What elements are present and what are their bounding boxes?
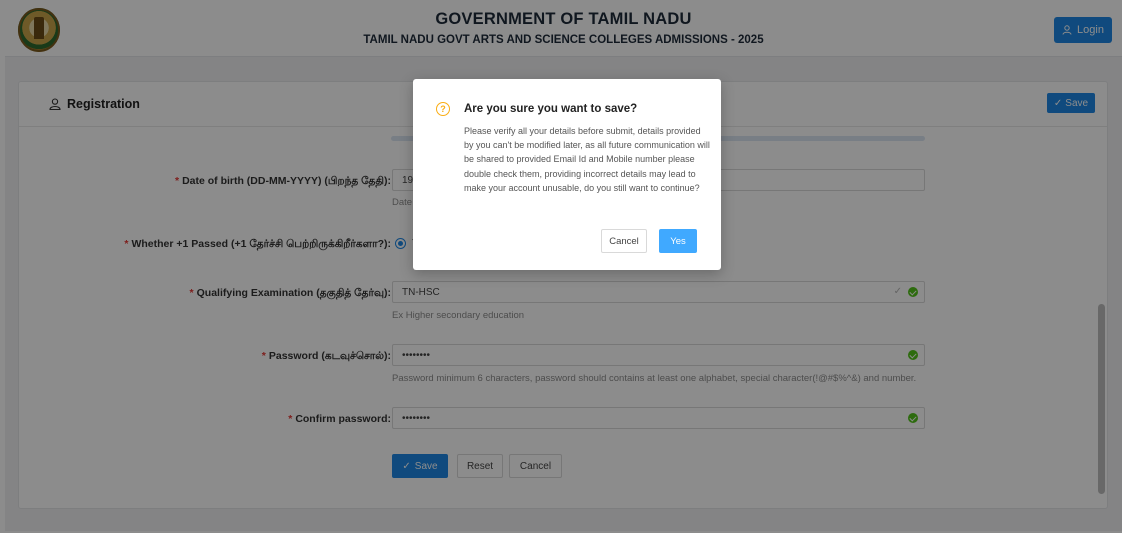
- dialog-title: Are you sure you want to save?: [464, 103, 638, 115]
- confirm-dialog: ? Are you sure you want to save? Please …: [413, 79, 721, 270]
- dialog-message: Please verify all your details before su…: [464, 126, 710, 193]
- dialog-cancel-button[interactable]: Cancel: [601, 229, 647, 253]
- question-circle-icon: ?: [436, 102, 450, 116]
- dialog-yes-button[interactable]: Yes: [659, 229, 697, 253]
